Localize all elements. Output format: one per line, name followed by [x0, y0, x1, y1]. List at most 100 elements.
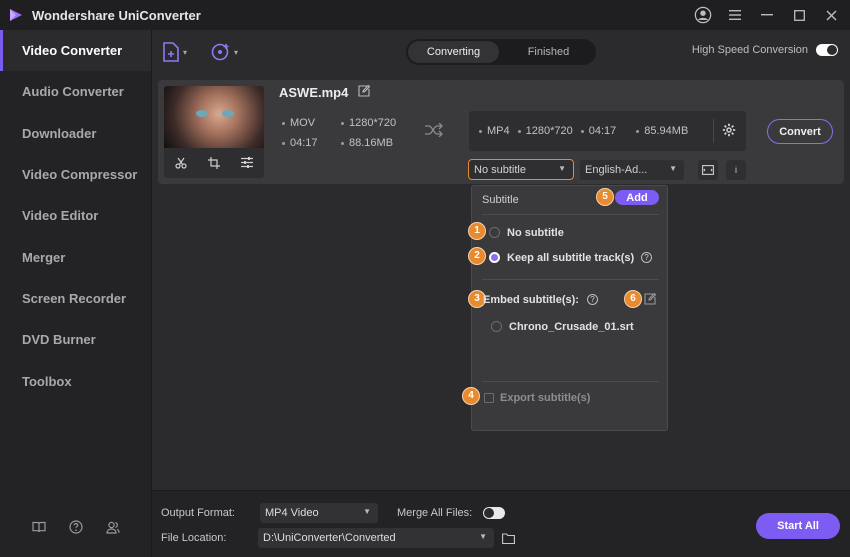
source-duration: 04:17: [282, 137, 318, 149]
panel-divider: [482, 279, 659, 280]
tab-finished[interactable]: Finished: [503, 41, 594, 63]
output-format-value: MP4 Video: [265, 507, 319, 519]
menu-icon[interactable]: [726, 6, 744, 24]
step-badge-2: 2: [468, 247, 486, 265]
output-settings[interactable]: MP4 1280*720 04:17 85.94MB: [469, 111, 746, 151]
chevron-down-icon: ▼: [558, 164, 566, 173]
folder-icon[interactable]: [502, 533, 515, 547]
keep-all-subtitles-label[interactable]: Keep all subtitle track(s): [507, 252, 634, 264]
dvd-add-icon: [211, 43, 229, 61]
file-location-value: D:\UniConverter\Converted: [263, 532, 396, 544]
embed-file-name[interactable]: Chrono_Crusade_01.srt: [509, 321, 634, 333]
help-icon[interactable]: ?: [641, 252, 652, 263]
merge-files-toggle[interactable]: [483, 507, 505, 519]
step-badge-1: 1: [468, 222, 486, 240]
gear-icon[interactable]: [722, 123, 736, 140]
subtitle-dropdown[interactable]: No subtitle ▼: [468, 159, 574, 180]
sidebar: Video Converter Audio Converter Download…: [0, 30, 152, 557]
source-format: MOV: [282, 117, 315, 129]
thumbnail-panel: [164, 86, 264, 178]
file-name: ASWE.mp4: [279, 85, 349, 100]
add-file-icon: [163, 42, 179, 62]
high-speed-label: High Speed Conversion: [691, 44, 808, 56]
file-location-select[interactable]: D:\UniConverter\Converted ▼: [258, 528, 494, 548]
app-logo-icon: [10, 9, 22, 21]
help-icon[interactable]: [68, 519, 84, 535]
sidebar-item-video-editor[interactable]: Video Editor: [0, 195, 151, 236]
chevron-down-icon: ▼: [479, 532, 487, 541]
sidebar-item-toolbox[interactable]: Toolbox: [0, 360, 151, 401]
output-duration: 04:17: [580, 125, 616, 137]
output-size: 85.94MB: [636, 125, 688, 137]
book-icon[interactable]: [31, 519, 47, 535]
info-icon: i: [735, 165, 737, 175]
sidebar-item-video-converter[interactable]: Video Converter: [0, 30, 151, 72]
add-files-button[interactable]: ▾: [162, 42, 187, 62]
subtitle-panel-title: Subtitle: [482, 194, 519, 206]
thumbnail-tools: [164, 152, 264, 176]
help-icon[interactable]: ?: [587, 294, 598, 305]
sidebar-item-downloader[interactable]: Downloader: [0, 113, 151, 154]
sidebar-item-merger[interactable]: Merger: [0, 236, 151, 277]
no-subtitle-label[interactable]: No subtitle: [507, 227, 564, 239]
sidebar-item-dvd-burner[interactable]: DVD Burner: [0, 319, 151, 360]
panel-divider: [482, 214, 659, 215]
file-location-label: File Location:: [161, 532, 227, 544]
subtitle-value: No subtitle: [474, 163, 526, 176]
tab-converting[interactable]: Converting: [408, 41, 499, 63]
trim-icon[interactable]: [175, 157, 187, 172]
sidebar-item-video-compressor[interactable]: Video Compressor: [0, 154, 151, 195]
start-all-button[interactable]: Start All: [756, 513, 840, 539]
load-dvd-button[interactable]: ▾: [211, 42, 238, 62]
merge-files-label: Merge All Files:: [397, 507, 473, 519]
chevron-down-icon: ▾: [234, 47, 239, 57]
users-icon[interactable]: [105, 519, 121, 535]
high-speed-toggle[interactable]: [816, 44, 838, 56]
embed-subtitles-label: Embed subtitle(s):: [483, 294, 579, 306]
panel-divider: [482, 381, 659, 382]
preview-subtitle-button[interactable]: [698, 160, 718, 180]
chevron-down-icon: ▼: [669, 164, 677, 173]
app-title: Wondershare UniConverter: [32, 7, 201, 23]
minimize-icon[interactable]: [758, 6, 776, 24]
convert-arrow-icon: [425, 122, 443, 140]
keep-all-subtitles-radio[interactable]: [489, 252, 500, 263]
edit-icon[interactable]: [644, 292, 657, 308]
export-subtitles-label[interactable]: Export subtitle(s): [500, 392, 590, 404]
conversion-tabs: Converting Finished: [406, 39, 596, 65]
crop-icon[interactable]: [207, 156, 220, 172]
output-format-label: Output Format:: [161, 507, 235, 519]
no-subtitle-radio[interactable]: [489, 227, 500, 238]
embed-file-radio[interactable]: [491, 321, 502, 332]
title-bar: Wondershare UniConverter: [0, 0, 850, 30]
account-icon[interactable]: [694, 6, 712, 24]
sidebar-bottom-icons: [0, 519, 152, 535]
sidebar-item-screen-recorder[interactable]: Screen Recorder: [0, 278, 151, 319]
add-subtitle-button[interactable]: Add: [615, 190, 659, 205]
rename-icon[interactable]: [358, 84, 371, 100]
source-resolution: 1280*720: [341, 117, 396, 129]
output-resolution: 1280*720: [517, 125, 573, 137]
chevron-down-icon: ▾: [183, 47, 188, 57]
effects-icon[interactable]: [241, 157, 254, 171]
close-icon[interactable]: [822, 6, 840, 24]
step-badge-5: 5: [596, 188, 614, 206]
convert-button[interactable]: Convert: [767, 119, 833, 144]
file-card: ASWE.mp4 MOV 1280*720 04:17 88.16MB MP4 …: [158, 80, 844, 184]
export-subtitles-checkbox[interactable]: [484, 393, 494, 403]
subtitle-panel: Subtitle Add 5 1 No subtitle 2 Keep all …: [462, 185, 668, 431]
bottom-bar: Output Format: MP4 Video ▼ Merge All Fil…: [152, 490, 850, 557]
file-name-row: ASWE.mp4: [279, 84, 371, 100]
toolbar: ▾ ▾ Converting Finished High Speed Conve…: [152, 30, 850, 74]
info-button[interactable]: i: [726, 160, 746, 180]
audio-track-dropdown[interactable]: English-Ad... ▼: [580, 160, 684, 180]
window-controls: [694, 0, 840, 30]
video-thumbnail[interactable]: [164, 86, 264, 148]
audio-track-value: English-Ad...: [585, 164, 648, 176]
maximize-icon[interactable]: [790, 6, 808, 24]
app-window: Wondershare UniConverter Video Converter…: [0, 0, 850, 557]
chevron-down-icon: ▼: [363, 507, 371, 516]
subtitle-preview-icon: [702, 165, 714, 175]
sidebar-item-audio-converter[interactable]: Audio Converter: [0, 71, 151, 112]
output-format-select[interactable]: MP4 Video ▼: [260, 503, 378, 523]
